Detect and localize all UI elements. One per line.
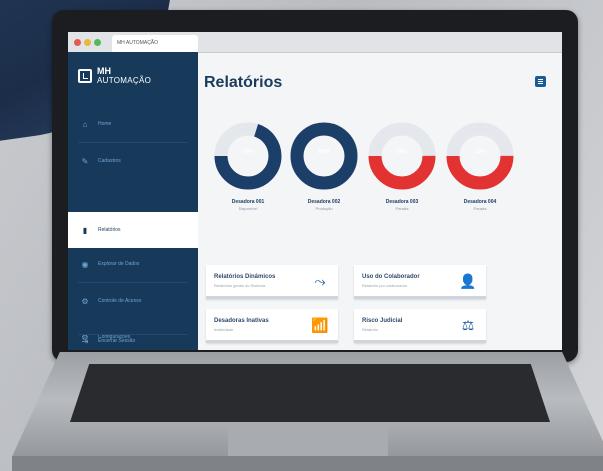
chart-icon: ▮ [82, 225, 88, 235]
gauge-desadora-003[interactable]: 20% Desadora 003 Parada [364, 120, 440, 211]
menu-button[interactable] [535, 76, 546, 87]
gauge-percent: 100% [317, 149, 331, 155]
sidebar-item-label: Explorar de Dados [98, 261, 140, 267]
gauge-status: Disponível [238, 206, 258, 211]
sidebar-item-home[interactable]: ⌂ Home [68, 106, 198, 142]
gauge-name: Desadora 003 [385, 199, 419, 205]
sidebar-item-controle-acesso[interactable]: ⚙ Controle de Acesso [68, 283, 198, 319]
card-title: Risco Judicial [362, 318, 403, 324]
card-subtitle: Relatório por colaborador [362, 283, 408, 288]
user-icon: 👤 [459, 272, 477, 289]
card-title: Uso do Colaborador [362, 274, 420, 280]
access-icon: ⚙ [81, 296, 89, 306]
trend-icon: ⤳ [314, 272, 326, 289]
sidebar-item-label: Controle de Acesso [98, 298, 142, 304]
card-subtitle: Relatório [362, 327, 379, 332]
laptop-front-edge [12, 456, 603, 471]
gauge-status: Parada [395, 206, 409, 211]
keyboard [70, 364, 550, 422]
gauge-ring [290, 122, 358, 190]
sidebar-item-cadastros[interactable]: ✎ Cadastros [68, 143, 198, 179]
gauge-name: Desadora 001 [231, 199, 265, 205]
sidebar-item-label: Cadastros [98, 158, 121, 164]
brand-mh: MH [97, 66, 111, 76]
brand-automacao: AUTOMAÇÃO [97, 76, 152, 85]
trackpad [228, 425, 388, 457]
gauge-desadora-002[interactable]: 100% Desadora 002 Produção [286, 120, 362, 211]
sidebar-item-encerrar-sessao[interactable]: ⇥ Encerrar Sessão [68, 332, 198, 350]
gauge-status: Parada [473, 206, 487, 211]
gavel-icon: ⚖ [461, 316, 475, 333]
pencil-icon: ✎ [81, 156, 89, 166]
gauge-desadora-004[interactable]: 10% Desadora 004 Parada [442, 120, 518, 211]
wifi-off-icon: 📶 [311, 316, 329, 333]
card-subtitle: Inatividade [214, 327, 234, 332]
brand-logo[interactable]: MH AUTOMAÇÃO [78, 66, 151, 86]
logout-icon: ⇥ [81, 336, 89, 346]
sidebar-item-label: Encerrar Sessão [98, 338, 136, 344]
gauge-name: Desadora 002 [307, 199, 341, 205]
gauge-arc [290, 122, 358, 190]
logo-icon [78, 69, 92, 83]
gauge-percent: 20% [396, 149, 407, 155]
gauge-ring [446, 122, 514, 190]
card-risco-judicial[interactable]: Risco Judicial Relatório ⚖ [354, 309, 486, 343]
browser-bar: MH AUTOMAÇÃO [68, 32, 562, 53]
card-subtitle: Relatórios gerais do Sistema [214, 283, 266, 288]
sidebar-item-label: Relatórios [98, 227, 121, 233]
main-content: Relatórios 70% Desadora 001 Disponível 1… [198, 52, 562, 350]
card-title: Desadoras Inativas [214, 318, 269, 324]
card-relatorios-dinamicos[interactable]: Relatórios Dinâmicos Relatórios gerais d… [206, 265, 338, 299]
browser-tab[interactable]: MH AUTOMAÇÃO [112, 35, 198, 52]
gauge-desadora-001[interactable]: 70% Desadora 001 Disponível [210, 120, 286, 211]
page-title: Relatórios [204, 74, 283, 91]
minimize-window-button[interactable] [84, 39, 91, 46]
home-icon: ⌂ [82, 119, 88, 129]
data-icon: ◉ [81, 259, 89, 269]
gauge-status: Produção [315, 206, 333, 211]
sidebar: MH AUTOMAÇÃO ⌂ Home ✎ Cadastros ▮ Relató… [68, 52, 198, 350]
screen: MH AUTOMAÇÃO MH AUTOMAÇÃO ⌂ Home ✎ Cadas… [68, 32, 562, 350]
sidebar-item-relatorios[interactable]: ▮ Relatórios [68, 212, 198, 248]
close-window-button[interactable] [74, 39, 81, 46]
card-desadoras-inativas[interactable]: Desadoras Inativas Inatividade 📶 [206, 309, 338, 343]
gauge-percent: 10% [474, 149, 485, 155]
maximize-window-button[interactable] [94, 39, 101, 46]
sidebar-item-explorar-dados[interactable]: ◉ Explorar de Dados [68, 246, 198, 282]
card-title: Relatórios Dinâmicos [214, 274, 276, 280]
gauge-percent: 70% [242, 149, 253, 155]
gauge-ring [368, 122, 436, 190]
card-uso-colaborador[interactable]: Uso do Colaborador Relatório por colabor… [354, 265, 486, 299]
gauge-name: Desadora 004 [463, 199, 497, 205]
gauge-ring [214, 122, 282, 190]
sidebar-item-label: Home [98, 121, 112, 127]
